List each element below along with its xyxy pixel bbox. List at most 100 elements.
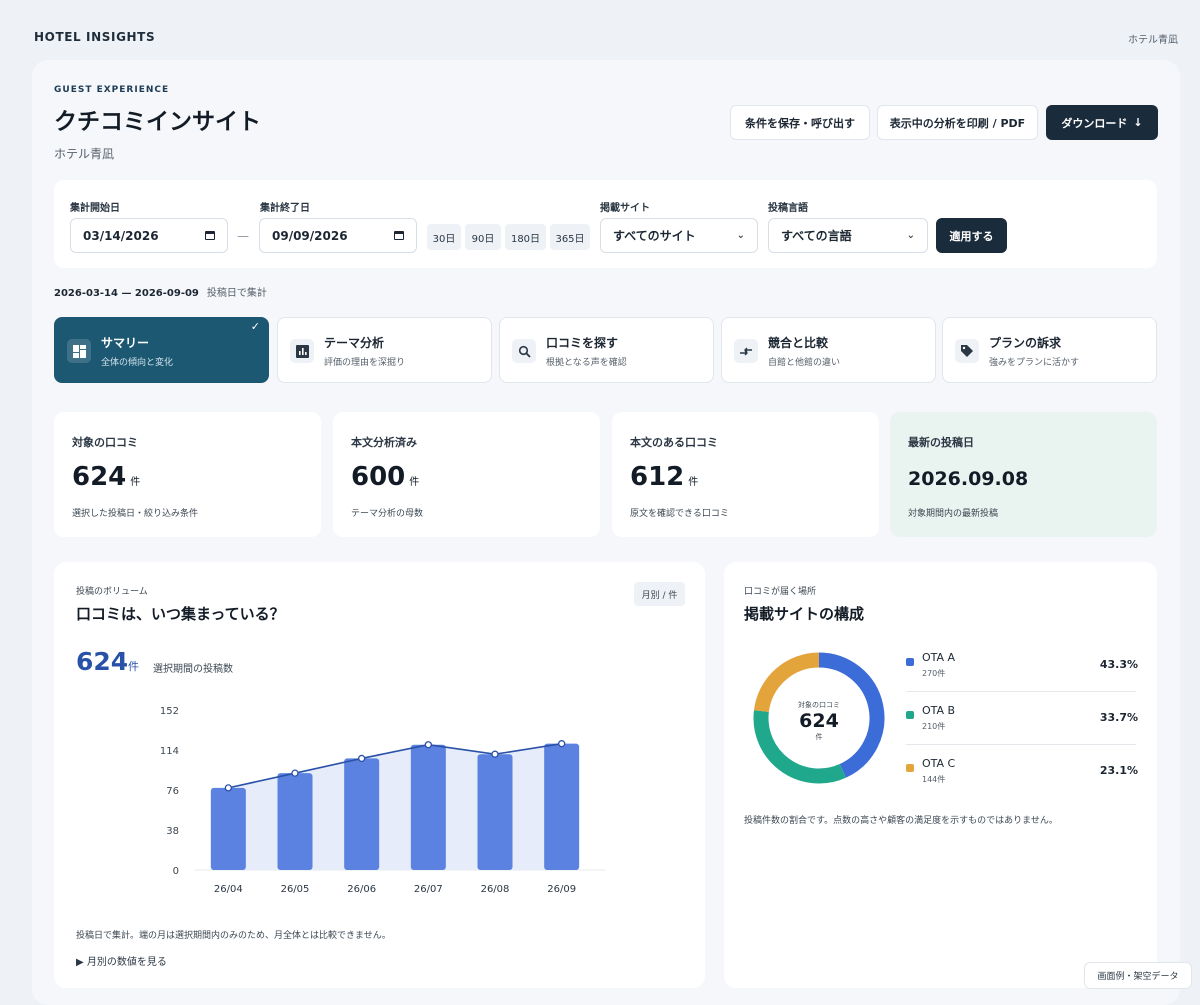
tab-subtitle: 自館と他館の違い bbox=[768, 358, 841, 368]
dashboard-icon bbox=[67, 339, 91, 363]
x-tick-label: 26/09 bbox=[547, 884, 576, 895]
legend-name: OTA A bbox=[922, 651, 956, 664]
kpi-number: 600 bbox=[351, 462, 406, 492]
kpi-note: 対象期間内の最新投稿 bbox=[908, 509, 999, 519]
unit-chip: 月別 / 件 bbox=[634, 582, 685, 606]
kpi-value: 600 件 bbox=[351, 462, 419, 492]
sites-eyebrow: 口コミが届く場所 bbox=[744, 587, 817, 597]
volume-eyebrow: 投稿のボリューム bbox=[76, 587, 148, 597]
volume-unit: 件 bbox=[128, 660, 139, 673]
kpi-note: テーマ分析の母数 bbox=[351, 509, 424, 519]
calendar-icon[interactable] bbox=[394, 231, 404, 240]
legend-percent: 43.3% bbox=[1099, 658, 1138, 671]
trend-point bbox=[491, 750, 499, 758]
kpi-number: 2026.09.08 bbox=[908, 468, 1029, 490]
y-tick-label: 114 bbox=[160, 746, 179, 757]
start-date-field[interactable]: 03/14/2026 bbox=[70, 218, 228, 253]
sample-data-badge: 画面例・架空データ bbox=[1084, 962, 1192, 989]
print-pdf-button[interactable]: 表示中の分析を印刷 / PDF bbox=[877, 105, 1038, 140]
range-dash: — bbox=[237, 229, 249, 243]
tab-find-reviews[interactable]: 口コミを探す 根拠となる声を確認 bbox=[499, 317, 714, 383]
check-icon: ✓ bbox=[250, 320, 260, 333]
apply-button[interactable]: 適用する bbox=[936, 218, 1007, 253]
calendar-icon[interactable] bbox=[205, 231, 215, 240]
legend-name: OTA C bbox=[922, 757, 956, 770]
tab-plan-appeal[interactable]: プランの訴求 強みをプランに活かす bbox=[942, 317, 1157, 383]
volume-note: 投稿日で集計。端の月は選択期間内のみのため、月全体とは比較できません。 bbox=[76, 931, 391, 941]
legend-percent: 33.7% bbox=[1099, 711, 1138, 724]
language-filter-label: 投稿言語 bbox=[768, 203, 808, 214]
search-icon bbox=[512, 339, 536, 363]
y-tick-label: 76 bbox=[166, 786, 179, 797]
tab-summary[interactable]: サマリー 全体の傾向と変化 ✓ bbox=[54, 317, 269, 383]
kpi-label: 本文分析済み bbox=[351, 436, 417, 449]
start-date-label: 集計開始日 bbox=[70, 203, 120, 214]
start-date-value: 03/14/2026 bbox=[83, 228, 159, 243]
x-tick-label: 26/08 bbox=[481, 884, 510, 895]
tab-subtitle: 強みをプランに活かす bbox=[989, 358, 1080, 368]
quick-range-90[interactable]: 90日 bbox=[465, 224, 501, 250]
site-select-value: すべてのサイト bbox=[613, 229, 696, 243]
active-range-basis: 投稿日で集計 bbox=[206, 288, 267, 299]
tab-theme-analysis[interactable]: テーマ分析 評価の理由を深掘り bbox=[277, 317, 492, 383]
kpi-card-analyzed: 本文分析済み 600 件 テーマ分析の母数 bbox=[333, 412, 600, 537]
x-tick-label: 26/06 bbox=[347, 884, 376, 895]
tag-icon bbox=[955, 339, 979, 363]
y-tick-label: 152 bbox=[160, 706, 179, 717]
kpi-number: 624 bbox=[72, 462, 127, 492]
legend-item: OTA B 210件 33.7% bbox=[906, 704, 1138, 744]
quick-range-30[interactable]: 30日 bbox=[427, 224, 461, 250]
download-button[interactable]: ダウンロード ↓ bbox=[1046, 105, 1158, 140]
page-subtitle: ホテル青凪 bbox=[54, 147, 115, 161]
sites-note: 投稿件数の割合です。点数の高さや顧客の満足度を示すものではありません。 bbox=[744, 816, 1058, 826]
monthly-values-toggle[interactable]: ▶ 月別の数値を見る bbox=[76, 953, 167, 968]
save-conditions-button[interactable]: 条件を保存・呼び出す bbox=[730, 105, 870, 140]
tab-compare[interactable]: 競合と比較 自館と他館の違い bbox=[721, 317, 936, 383]
quick-range-180[interactable]: 180日 bbox=[505, 224, 546, 250]
donut-center: 対象の口コミ 624 件 bbox=[769, 700, 869, 742]
x-tick-label: 26/04 bbox=[214, 884, 243, 895]
legend-name: OTA B bbox=[922, 704, 956, 717]
bar bbox=[544, 743, 580, 870]
x-tick-label: 26/05 bbox=[281, 884, 310, 895]
site-filter-label: 掲載サイト bbox=[600, 203, 650, 214]
donut-center-label: 対象の口コミ bbox=[798, 701, 840, 709]
tab-title: 競合と比較 bbox=[768, 336, 829, 350]
tab-title: 口コミを探す bbox=[546, 336, 619, 350]
trend-point bbox=[424, 741, 432, 749]
kpi-card-latest: 最新の投稿日 2026.09.08 対象期間内の最新投稿 bbox=[890, 412, 1157, 537]
legend-swatch bbox=[906, 658, 914, 666]
kpi-note: 選択した投稿日・絞り込み条件 bbox=[72, 509, 199, 519]
trend-point bbox=[224, 784, 232, 792]
legend-item: OTA A 270件 43.3% bbox=[906, 651, 1138, 691]
donut-center-unit: 件 bbox=[815, 733, 823, 741]
chevron-down-icon: ⌄ bbox=[736, 230, 745, 241]
trend-point bbox=[558, 740, 566, 748]
language-select[interactable]: すべての言語 ⌄ bbox=[768, 218, 928, 253]
chevron-down-icon: ⌄ bbox=[906, 230, 915, 241]
volume-total: 624 bbox=[76, 647, 129, 676]
y-tick-label: 38 bbox=[166, 826, 179, 837]
tab-subtitle: 全体の傾向と変化 bbox=[101, 358, 174, 368]
quick-range-365[interactable]: 365日 bbox=[550, 224, 590, 250]
legend-swatch bbox=[906, 764, 914, 772]
bar bbox=[477, 754, 513, 870]
page-eyebrow: GUEST EXPERIENCE bbox=[54, 85, 170, 95]
page-title: クチコミインサイト bbox=[54, 109, 261, 135]
language-select-value: すべての言語 bbox=[781, 229, 852, 243]
hotel-name: ホテル青凪 bbox=[1128, 35, 1178, 46]
download-label: ダウンロード bbox=[1061, 116, 1128, 130]
site-select[interactable]: すべてのサイト ⌄ bbox=[600, 218, 758, 253]
kpi-label: 最新の投稿日 bbox=[908, 436, 974, 449]
legend-swatch bbox=[906, 711, 914, 719]
kpi-unit: 件 bbox=[688, 477, 699, 488]
arrow-down-icon: ↓ bbox=[1133, 116, 1143, 129]
trend-point bbox=[358, 754, 366, 763]
trend-point bbox=[291, 769, 299, 777]
legend-percent: 23.1% bbox=[1099, 764, 1138, 777]
legend-item: OTA C 144件 23.1% bbox=[906, 757, 1138, 797]
kpi-unit: 件 bbox=[130, 477, 141, 488]
end-date-field[interactable]: 09/09/2026 bbox=[259, 218, 417, 253]
bar bbox=[210, 787, 246, 870]
y-tick-label: 0 bbox=[173, 866, 179, 877]
